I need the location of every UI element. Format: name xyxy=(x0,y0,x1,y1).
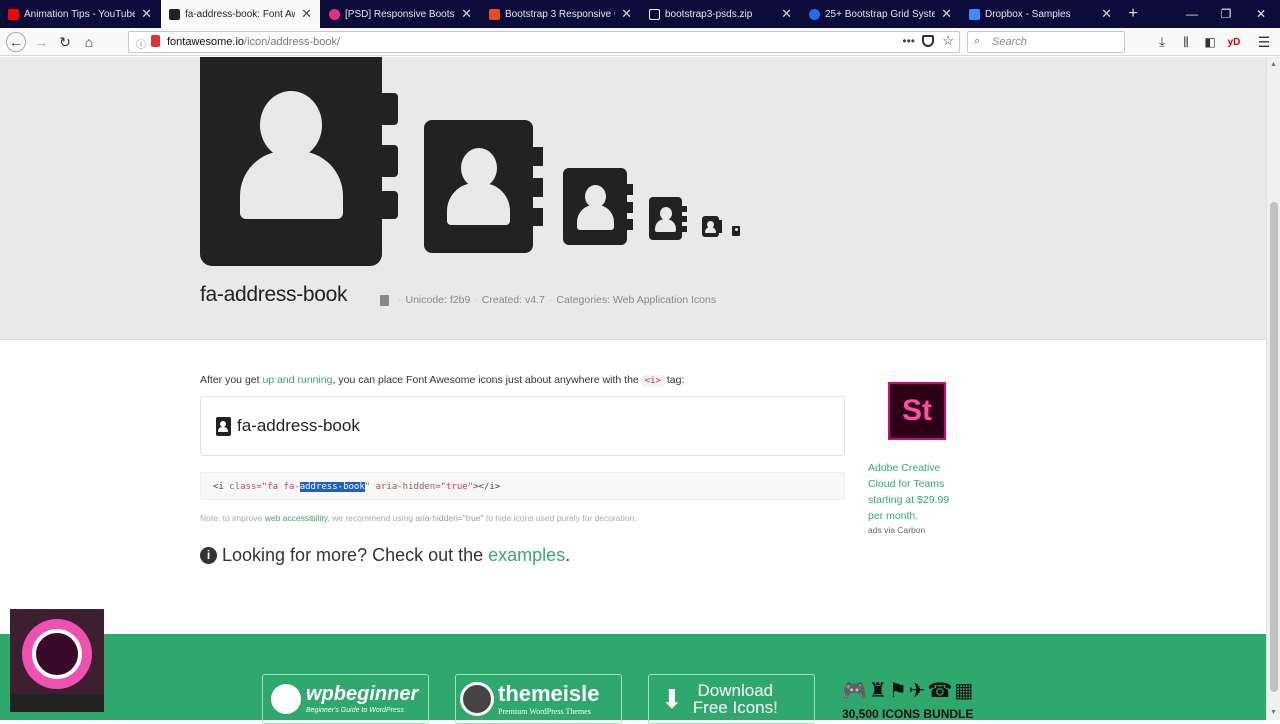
selected-text: address-book xyxy=(299,482,365,492)
font-awesome-icon xyxy=(169,8,180,20)
pocket-icon[interactable] xyxy=(922,35,934,47)
library-icon[interactable]: ⫼ xyxy=(1176,32,1196,52)
themeisle-logo-icon xyxy=(460,682,494,716)
sponsor-footer: wpbeginner Beginner's Guide to WordPress… xyxy=(0,634,1266,724)
site-icon xyxy=(809,8,820,20)
icons-bundle-promo[interactable]: 🎮♜⚑✈☎▦ 30,500 ICONS BUNDLE xyxy=(842,678,1002,721)
close-tab-icon[interactable]: ✕ xyxy=(461,6,472,22)
dropbox-icon xyxy=(969,8,980,20)
usage-intro: After you get up and running, you can pl… xyxy=(200,374,685,387)
close-tab-icon[interactable]: ✕ xyxy=(621,6,632,22)
scrollbar-thumb[interactable] xyxy=(1270,202,1278,692)
sidebar-icon[interactable]: ◧ xyxy=(1200,32,1220,52)
download-icon: ⬇ xyxy=(661,683,683,714)
site-icon xyxy=(489,8,500,20)
code-snippet[interactable]: <i class="fa fa-address-book" aria-hidde… xyxy=(200,472,845,500)
accessibility-note: Note: to improve web accessibility, we r… xyxy=(200,513,637,523)
close-tab-icon[interactable]: ✕ xyxy=(1101,6,1112,22)
icon-demo-box: fa-address-book xyxy=(200,396,845,456)
wpbeginner-button[interactable]: wpbeginner Beginner's Guide to WordPress xyxy=(262,674,429,724)
drive-icon xyxy=(649,8,660,20)
address-book-icon xyxy=(216,417,231,436)
menu-icon[interactable]: ☰ xyxy=(1254,32,1274,52)
tab-font-awesome[interactable]: fa-address-book: Font Awesome ✕ xyxy=(161,0,320,28)
created-label: Created: v4.7 xyxy=(481,294,545,306)
url-bar[interactable]: ⓘ fontawesome.io/icon/address-book/ ••• … xyxy=(128,31,960,53)
yoast-icon[interactable]: yD xyxy=(1224,32,1244,52)
info-circle-icon: i xyxy=(200,547,217,564)
bookmark-star-icon[interactable]: ☆ xyxy=(942,33,954,49)
looking-for-more: i Looking for more? Check out the exampl… xyxy=(200,545,570,566)
address-book-icon xyxy=(380,294,389,306)
restore-icon[interactable]: ❐ xyxy=(1209,0,1243,28)
demo-icon-label: fa-address-book xyxy=(237,416,360,435)
themeisle-button[interactable]: themeisle Premium WordPress Themes xyxy=(455,674,622,724)
up-and-running-link[interactable]: up and running xyxy=(262,374,332,386)
dribbble-icon xyxy=(329,8,340,20)
i-tag-code: <i> xyxy=(641,375,664,387)
close-tab-icon[interactable]: ✕ xyxy=(141,6,152,22)
examples-link[interactable]: examples xyxy=(488,545,565,565)
page-actions-icon[interactable]: ••• xyxy=(902,34,915,48)
close-window-icon[interactable]: ✕ xyxy=(1244,0,1278,28)
info-icon[interactable]: ⓘ xyxy=(136,36,146,51)
ads-via-carbon[interactable]: ads via Carbon xyxy=(868,525,925,535)
tab-psd-bootstrap[interactable]: [PSD] Responsive Bootstrap ✕ xyxy=(321,0,480,28)
home-icon[interactable]: ⌂ xyxy=(79,32,99,52)
channel-logo-overlay xyxy=(10,609,104,712)
tab-bootstrap-grid[interactable]: Bootstrap 3 Responsive Grid ✕ xyxy=(481,0,640,28)
icon-meta: · Unicode: f2b9 · Created: v4.7 · Catego… xyxy=(380,294,716,306)
lock-insecure-icon xyxy=(151,35,160,47)
downloads-icon[interactable]: ⤓ xyxy=(1152,32,1172,52)
wpbeginner-logo-icon xyxy=(271,684,301,714)
navigation-toolbar: ← → ↻ ⌂ ⓘ fontawesome.io/icon/address-bo… xyxy=(0,28,1280,56)
search-input[interactable]: ⌕ Search xyxy=(967,31,1125,53)
page-scrollbar[interactable]: ▲ ▼ xyxy=(1266,57,1280,720)
adobe-stock-ad-image[interactable]: St xyxy=(888,382,946,440)
download-free-icons-button[interactable]: ⬇ Download Free Icons! xyxy=(648,674,815,724)
reload-icon[interactable]: ↻ xyxy=(55,32,75,52)
web-accessibility-link[interactable]: web accessibility xyxy=(265,513,328,523)
youtube-icon xyxy=(8,8,19,20)
tab-bar: Animation Tips - YouTube ✕ fa-address-bo… xyxy=(0,0,1280,28)
unicode-label: Unicode: f2b9 xyxy=(405,294,471,306)
new-tab-button[interactable]: + xyxy=(1121,0,1145,28)
ad-text-link[interactable]: Adobe Creative Cloud for Teams starting … xyxy=(868,460,963,524)
close-tab-icon[interactable]: ✕ xyxy=(301,6,312,22)
icon-title: fa-address-book xyxy=(200,283,348,306)
back-icon[interactable]: ← xyxy=(6,32,26,52)
close-tab-icon[interactable]: ✕ xyxy=(941,6,952,22)
minimize-icon[interactable]: — xyxy=(1175,0,1209,28)
tab-grid-system[interactable]: 25+ Bootstrap Grid System F ✕ xyxy=(801,0,960,28)
categories-link[interactable]: Categories: Web Application Icons xyxy=(556,294,716,306)
search-icon: ⌕ xyxy=(974,35,981,47)
forward-icon[interactable]: → xyxy=(31,32,51,52)
tab-dropbox[interactable]: Dropbox - Samples ✕ xyxy=(961,0,1120,28)
bundle-icons: 🎮♜⚑✈☎▦ xyxy=(842,680,976,702)
tab-psds-zip[interactable]: bootstrap3-psds.zip ✕ xyxy=(641,0,800,28)
tab-youtube[interactable]: Animation Tips - YouTube ✕ xyxy=(0,0,160,28)
close-tab-icon[interactable]: ✕ xyxy=(781,6,792,22)
